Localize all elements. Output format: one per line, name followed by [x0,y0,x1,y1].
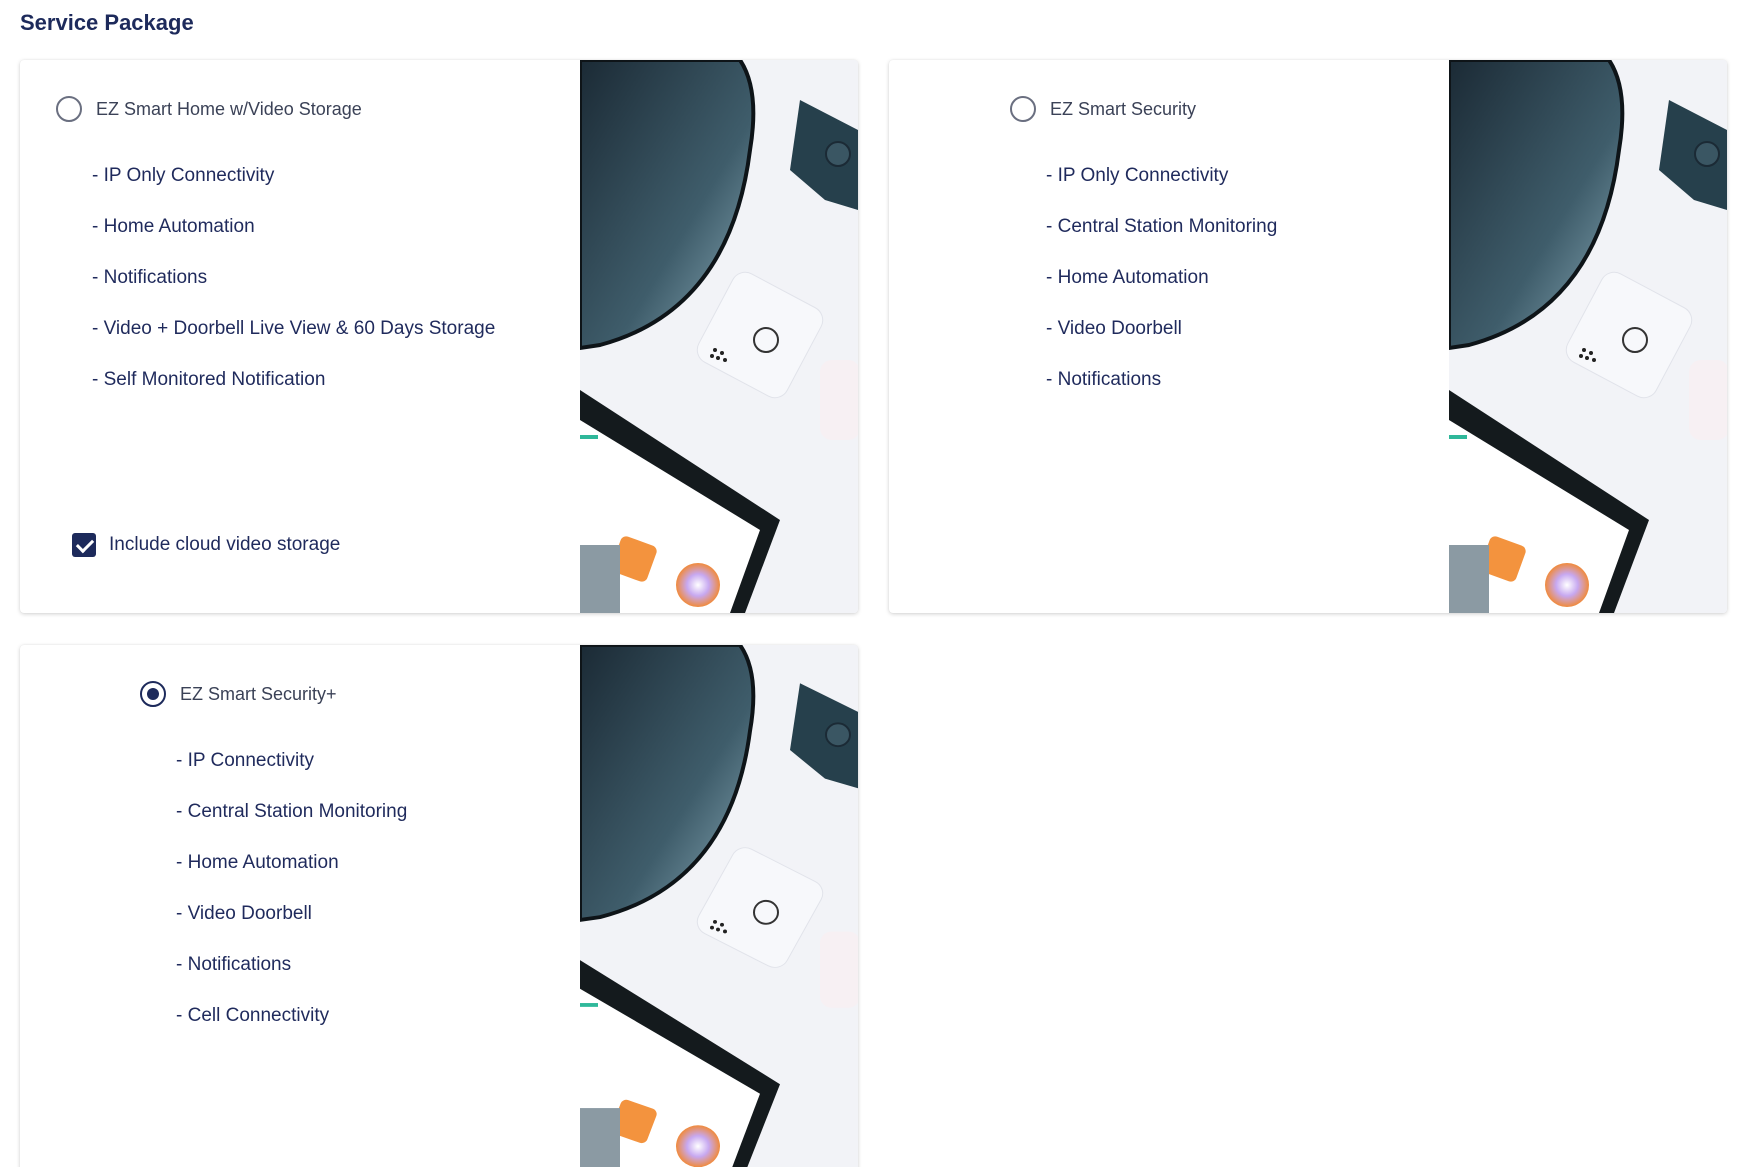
feature-item: - Notifications [176,954,292,975]
feature-list: - IP Only Connectivity - Home Automation… [92,164,495,419]
smart-devices-illustration [580,645,858,1167]
radio-button[interactable] [140,681,166,707]
checkbox[interactable] [72,533,96,557]
package-card-smart-security[interactable]: EZ Smart Security - IP Only Connectivity… [889,60,1727,613]
package-name: EZ Smart Security [1050,98,1197,119]
feature-item: - Video Doorbell [176,903,312,924]
feature-item: - IP Only Connectivity [92,165,275,186]
package-name: EZ Smart Home w/Video Storage [96,98,362,119]
package-image [1449,60,1727,613]
feature-item: - Home Automation [92,216,255,237]
package-name: EZ Smart Security+ [180,683,337,704]
package-radio-smart-security[interactable]: EZ Smart Security [1010,96,1196,122]
feature-item: - Home Automation [176,852,339,873]
radio-button[interactable] [56,96,82,122]
feature-list: - IP Connectivity - Central Station Moni… [176,749,407,1055]
radio-button[interactable] [1010,96,1036,122]
package-image [580,645,858,1167]
feature-item: - Central Station Monitoring [176,801,408,822]
feature-list: - IP Only Connectivity - Central Station… [1046,164,1277,419]
feature-item: - Video Doorbell [1046,318,1182,339]
feature-item: - IP Only Connectivity [1046,165,1229,186]
feature-item: - Video + Doorbell Live View & 60 Days S… [92,318,496,339]
feature-item: - Home Automation [1046,267,1209,288]
package-card-smart-home[interactable]: EZ Smart Home w/Video Storage - IP Only … [20,60,858,613]
cloud-storage-checkbox-row[interactable]: Include cloud video storage [72,533,340,557]
checkbox-label: Include cloud video storage [109,534,341,555]
package-image [580,60,858,613]
smart-devices-illustration [580,60,858,613]
section-title: Service Package [20,10,194,35]
package-radio-smart-home[interactable]: EZ Smart Home w/Video Storage [56,96,362,122]
feature-item: - Central Station Monitoring [1046,216,1278,237]
feature-item: - Self Monitored Notification [92,369,326,390]
feature-item: - Notifications [92,267,208,288]
feature-item: - Cell Connectivity [176,1005,330,1026]
feature-item: - IP Connectivity [176,750,314,771]
feature-item: - Notifications [1046,369,1162,390]
package-radio-smart-security-plus[interactable]: EZ Smart Security+ [140,681,337,707]
package-card-smart-security-plus[interactable]: EZ Smart Security+ - IP Connectivity - C… [20,645,858,1167]
smart-devices-illustration [1449,60,1727,613]
